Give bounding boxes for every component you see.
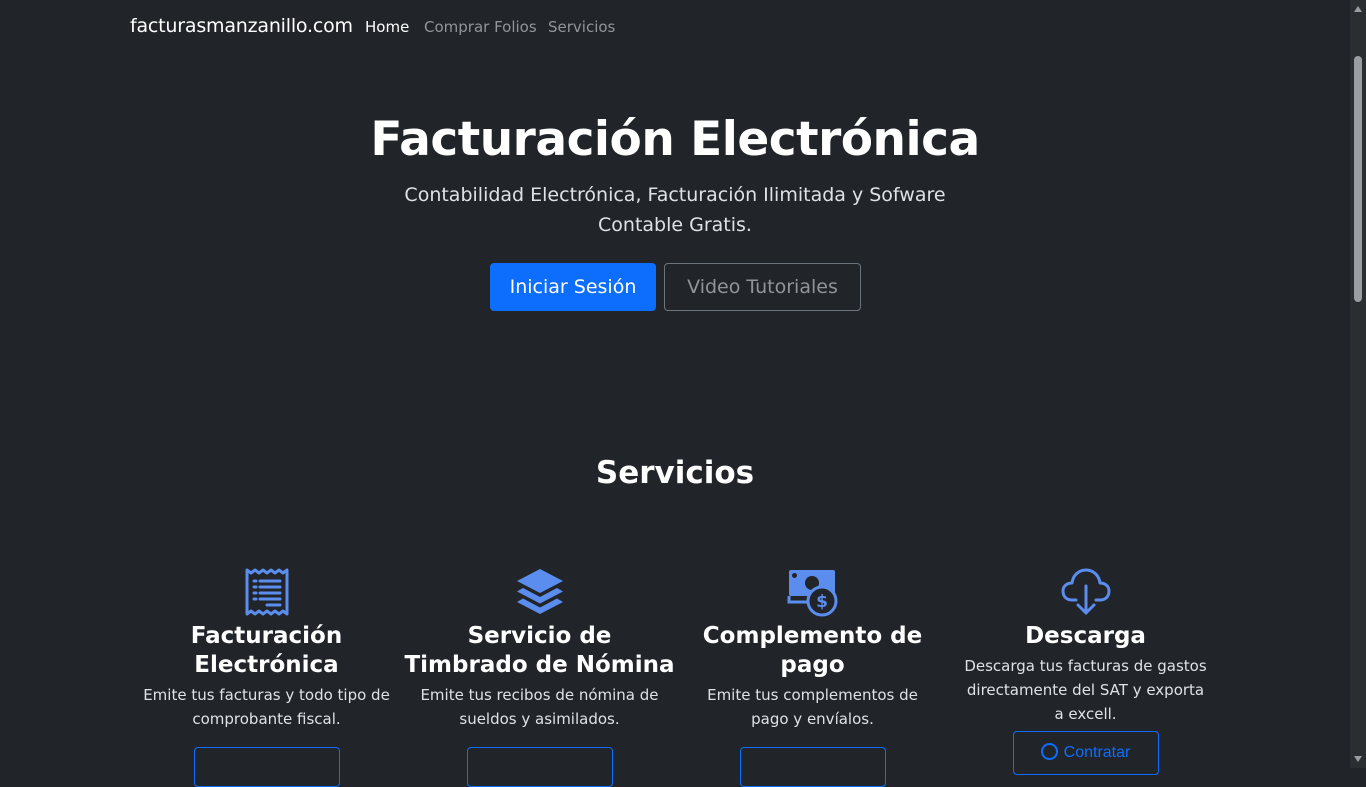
service-card-descarga: Descarga Descarga tus facturas de gastos… [949,566,1222,775]
layers-icon [516,569,563,614]
service-button[interactable] [193,747,340,787]
service-button[interactable] [466,747,613,787]
service-title: Servicio de Timbrado de Nómina [404,623,675,678]
nav-comprar-folios-link[interactable]: Comprar Folios [424,18,537,36]
chat-icon [1040,743,1058,760]
hero-title: Facturación Electrónica [370,112,980,167]
cloud-download-icon [1061,568,1110,615]
scrollbar-thumb[interactable] [1354,56,1362,302]
contract-button[interactable]: Contratar [1012,731,1159,775]
service-description: Emite tus recibos de nómina de sueldos y… [420,686,659,728]
service-title: Descarga [1025,623,1146,649]
service-card-complemento: $ Complemento de pago Emite tus compleme… [676,566,949,787]
service-description: Emite tus facturas y todo tipo de compro… [143,686,390,728]
service-description: Emite tus complementos de pago y envíalo… [707,686,918,728]
hero-subtitle: Contabilidad Electrónica, Facturación Il… [404,184,946,236]
service-card-nomina: Servicio de Timbrado de Nómina Emite tus… [403,566,676,787]
service-button[interactable] [739,747,886,787]
receipt-icon [245,568,288,616]
navbar: facturasmanzanillo.com Home Comprar Foli… [0,0,1350,56]
svg-text:$: $ [816,592,828,612]
services-title: Servicios [595,455,755,491]
scroll-down-arrow[interactable] [1354,756,1362,762]
service-description: Descarga tus facturas de gastos directam… [964,657,1207,723]
scroll-up-arrow[interactable] [1354,6,1362,12]
page-scrollbar[interactable] [1350,0,1366,768]
service-title: Facturación Electrónica [190,623,343,678]
service-title: Complemento de pago [702,623,923,678]
cash-coin-icon: $ [787,570,837,617]
login-button[interactable]: Iniciar Sesión [490,263,656,311]
brand-link[interactable]: facturasmanzanillo.com [130,15,353,37]
service-card-facturacion: Facturación Electrónica Emite tus factur… [130,566,403,787]
nav-servicios-link[interactable]: Servicios [548,18,615,36]
nav-home-link[interactable]: Home [365,18,409,36]
contract-button-label: Contratar [1063,744,1131,761]
video-tutorials-button[interactable]: Video Tutoriales [664,263,861,311]
